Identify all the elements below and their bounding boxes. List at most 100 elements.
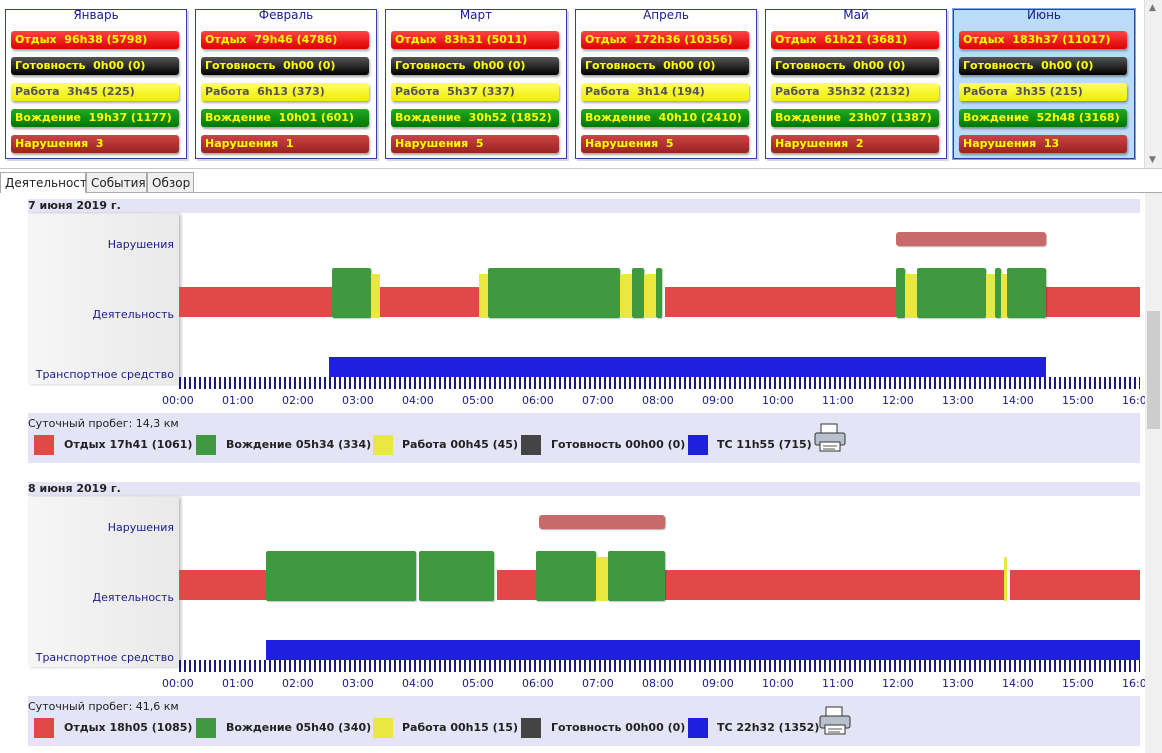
scroll-up-icon[interactable]: ▲ [1149,3,1156,13]
month-name: Март [459,8,493,22]
month-card-5[interactable]: Май Отдых 61h21 (3681) Готовность 0h00 (0)… [765,8,947,159]
hour-tick-label: 01:00 [222,394,254,407]
month-name: Январь [73,8,119,22]
month-work-row: Работа 5h37 (337) [391,83,559,101]
month-work-row: Работа 6h13 (373) [201,83,369,101]
rest-bar [665,570,1004,600]
legend-drive: Вождение 05h40 (340) [226,721,372,734]
month-rest-row: Отдых 183h37 (11017) [959,31,1127,49]
month-drive-row: Вождение 23h07 (1387) [771,109,939,127]
content-scrollbar[interactable] [1145,193,1162,753]
violation-bar [539,515,665,529]
month-ready-row: Готовность 0h00 (0) [391,57,559,75]
legend-swatch-ready [521,718,541,738]
work-bar [986,274,995,318]
month-card-3[interactable]: Март Отдых 83h31 (5011) Готовность 0h00 (0… [385,8,567,159]
month-drive-row: Вождение 52h48 (3168) [959,109,1127,127]
hour-tick-label: 16:0 [1122,394,1147,407]
printer-icon[interactable] [813,423,847,453]
day-date: 7 июня 2019 г. [28,199,1140,213]
scrollbar-thumb[interactable] [1147,311,1160,429]
violations-label: Нарушения [107,521,174,534]
month-work-row: Работа 3h14 (194) [581,83,749,101]
month-rest-row: Отдых 83h31 (5011) [391,31,559,49]
scroll-down-icon[interactable]: ▼ [1149,155,1156,165]
drive-bar [896,268,905,318]
month-card-6[interactable]: Июнь Отдых 183h37 (11017) Готовность 0h00 … [953,8,1135,159]
drive-bar [632,268,644,318]
legend-vehicle: ТС 22h32 (1352) [717,721,820,734]
legend-vehicle: ТС 11h55 (715) [717,438,812,451]
printer-icon[interactable] [818,706,852,736]
legend-rest: Отдых 17h41 (1061) [64,438,193,451]
legend-swatch-vehicle [688,435,708,455]
hour-tick-label: 02:00 [282,394,314,407]
violations-label: Нарушения [107,238,174,251]
tab-events[interactable]: События [86,172,147,192]
month-card-2[interactable]: Февраль Отдых 79h46 (4786) Готовность 0h00… [195,8,377,159]
hour-tick-label: 00:00 [162,677,194,690]
legend-rest: Отдых 18h05 (1085) [64,721,193,734]
legend-swatch-ready [521,435,541,455]
hour-tick-label: 15:00 [1062,394,1094,407]
hour-tick-label: 12:00 [882,394,914,407]
hour-tick-label: 04:00 [402,394,434,407]
hour-tick-label: 02:00 [282,677,314,690]
legend-swatch-work [373,435,393,455]
tab-overview[interactable]: Обзор [147,172,194,192]
rest-bar [1010,570,1140,600]
hour-tick-label: 01:00 [222,677,254,690]
legend-work: Работа 00h15 (15) [402,721,518,734]
tab-activity[interactable]: Деятельность [0,172,94,193]
work-bar [479,274,488,318]
month-drive-row: Вождение 40h10 (2410) [581,109,749,127]
activity-content: 7 июня 2019 г. Нарушения Деятельность Транс… [0,193,1162,753]
legend-swatch-work [373,718,393,738]
hour-tick-label: 07:00 [582,394,614,407]
month-drive-row: Вождение 10h01 (601) [201,109,369,127]
month-name: Февраль [258,8,314,22]
hour-tick-label: 10:00 [762,394,794,407]
month-rest-row: Отдых 61h21 (3681) [771,31,939,49]
daily-mileage: Суточный пробег: 14,3 км [28,417,179,430]
work-bar [1001,274,1007,318]
day-date: 8 июня 2019 г. [28,482,1140,496]
rest-bar [1046,287,1140,317]
month-viol-row: Нарушения 2 [771,135,939,153]
hour-tick-label: 09:00 [702,677,734,690]
rest-bar [497,570,536,600]
hour-tick-label: 08:00 [642,394,674,407]
months-scrollbar[interactable]: ▲ ▼ [1144,0,1162,168]
drive-bar [1007,268,1046,318]
month-work-row: Работа 3h45 (225) [11,83,179,101]
month-drive-row: Вождение 19h37 (1177) [11,109,179,127]
time-axis-ticks [179,377,1140,389]
timeline-chart: 00:00 01:00 02:00 03:00 04:00 05:00 06:00 07:00… [162,497,1147,690]
month-rest-row: Отдых 96h38 (5798) [11,31,179,49]
hour-tick-label: 03:00 [342,394,374,407]
month-card-4[interactable]: Апрель Отдых 172h36 (10356) Готовность 0h0… [575,8,757,159]
legend-swatch-drive [196,718,216,738]
month-viol-row: Нарушения 13 [959,135,1127,153]
drive-bar [332,268,371,318]
hour-tick-label: 13:00 [942,394,974,407]
month-viol-row: Нарушения 1 [201,135,369,153]
time-axis-ticks [179,660,1140,672]
vehicle-bar [329,357,1046,377]
legend-work: Работа 00h45 (45) [402,438,518,451]
hour-tick-label: 09:00 [702,394,734,407]
month-name: Июнь [1027,8,1061,22]
day-summary: Суточный пробег: 14,3 км Отдых 17h41 (106… [28,413,1140,463]
month-ready-row: Готовность 0h00 (0) [771,57,939,75]
month-card-1[interactable]: Январь Отдых 96h38 (5798) Готовность 0h00 … [5,8,187,159]
vehicle-bar [266,640,1140,660]
activity-label: Деятельность [92,591,174,604]
daily-mileage: Суточный пробег: 41,6 км [28,700,179,713]
hour-tick-label: 03:00 [342,677,374,690]
hour-tick-label: 14:00 [1002,394,1034,407]
legend-ready: Готовность 00h00 (0) [551,438,686,451]
row-labels-panel: Нарушения Деятельность Транспортное средст… [28,214,179,384]
month-rest-row: Отдых 172h36 (10356) [581,31,749,49]
month-ready-row: Готовность 0h00 (0) [581,57,749,75]
months-panel: Январь Отдых 96h38 (5798) Готовность 0h00 … [0,0,1162,169]
